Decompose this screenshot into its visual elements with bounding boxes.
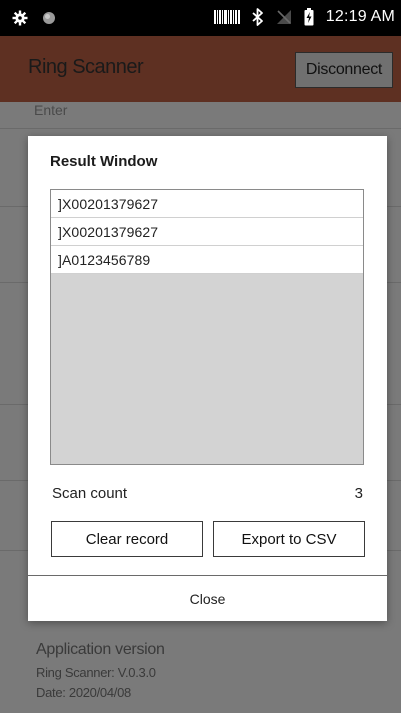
app-version-title: Application version bbox=[36, 641, 165, 658]
list-item[interactable]: ]A0123456789 bbox=[51, 246, 363, 274]
list-item[interactable]: ]X00201379627 bbox=[51, 190, 363, 218]
result-dialog: Result Window ]X00201379627 ]X0020137962… bbox=[28, 136, 387, 621]
status-right-icons: 12:19 AM bbox=[213, 8, 395, 26]
scan-count-label: Scan count bbox=[52, 485, 128, 502]
battery-charging-icon bbox=[304, 8, 314, 26]
status-left-icons bbox=[12, 10, 56, 26]
dialog-title: Result Window bbox=[50, 153, 158, 170]
gear-icon bbox=[12, 10, 28, 26]
enter-label: Enter bbox=[34, 102, 68, 118]
disconnect-button[interactable]: Disconnect bbox=[295, 52, 393, 88]
list-item[interactable]: ]X00201379627 bbox=[51, 218, 363, 246]
screen: 12:19 AM Ring Scanner Disconnect Enter A… bbox=[0, 0, 401, 713]
clear-record-button[interactable]: Clear record bbox=[51, 521, 203, 557]
close-button[interactable]: Close bbox=[28, 576, 387, 621]
no-signal-icon bbox=[276, 9, 292, 25]
app-version-value: Ring Scanner: V.0.3.0 bbox=[36, 665, 156, 680]
result-list[interactable]: ]X00201379627 ]X00201379627 ]A0123456789 bbox=[50, 189, 364, 465]
background-divider bbox=[0, 128, 401, 129]
barcode-icon bbox=[213, 9, 240, 25]
export-csv-button[interactable]: Export to CSV bbox=[213, 521, 365, 557]
app-bar: Ring Scanner Disconnect bbox=[0, 36, 401, 102]
clock-time: 12:19 AM bbox=[325, 8, 395, 25]
circle-icon bbox=[42, 11, 56, 25]
scan-count-value: 3 bbox=[354, 485, 363, 502]
app-date-value: Date: 2020/04/08 bbox=[36, 685, 131, 700]
bluetooth-icon bbox=[252, 8, 264, 26]
app-title: Ring Scanner bbox=[28, 56, 144, 78]
status-bar: 12:19 AM bbox=[0, 0, 401, 36]
